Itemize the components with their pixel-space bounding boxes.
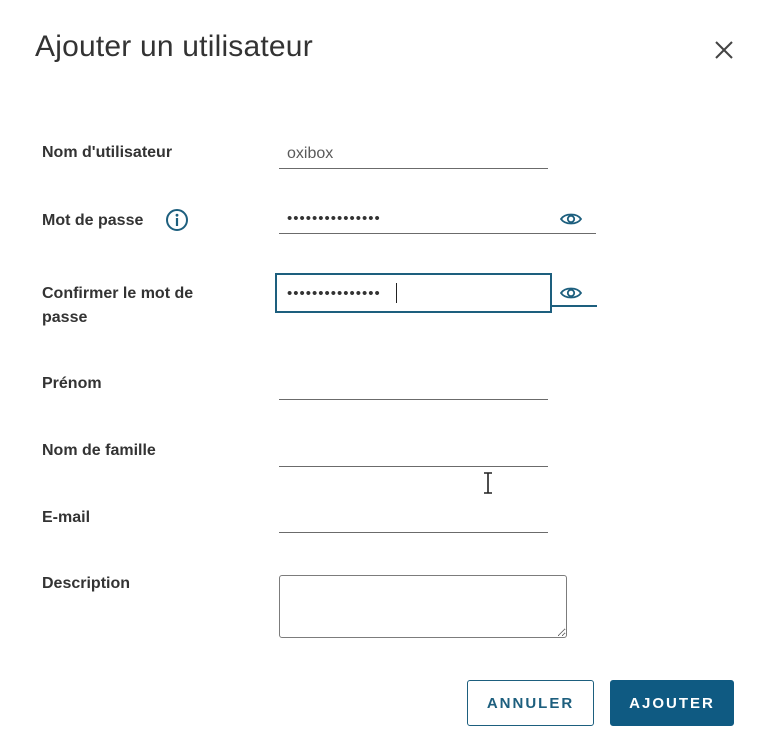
last-name-label: Nom de famille bbox=[42, 442, 156, 459]
description-label: Description bbox=[42, 575, 131, 592]
confirm-password-label: Confirmer le mot de passe bbox=[42, 282, 193, 330]
confirm-password-underline bbox=[552, 305, 597, 307]
password-label: Mot de passe bbox=[42, 212, 144, 229]
username-input[interactable] bbox=[279, 139, 548, 169]
dialog-title: Ajouter un utilisateur bbox=[35, 30, 313, 63]
first-name-input[interactable] bbox=[279, 370, 548, 400]
first-name-label: Prénom bbox=[42, 375, 102, 392]
confirm-password-label-line2: passe bbox=[42, 309, 88, 326]
password-eye-icon[interactable] bbox=[559, 212, 583, 226]
description-textarea[interactable] bbox=[279, 575, 567, 638]
confirm-password-input[interactable] bbox=[275, 273, 552, 313]
password-input[interactable] bbox=[279, 204, 596, 234]
close-icon bbox=[710, 36, 738, 64]
last-name-input[interactable] bbox=[279, 437, 548, 467]
info-icon[interactable] bbox=[165, 208, 189, 232]
email-input[interactable] bbox=[279, 503, 548, 533]
confirm-password-label-line1: Confirmer le mot de bbox=[42, 285, 194, 302]
text-caret bbox=[396, 283, 397, 303]
cancel-button[interactable]: ANNULER bbox=[467, 680, 594, 726]
text-cursor-icon bbox=[482, 471, 494, 495]
close-button[interactable] bbox=[710, 36, 738, 64]
add-button[interactable]: AJOUTER bbox=[610, 680, 734, 726]
confirm-password-eye-icon[interactable] bbox=[559, 286, 583, 300]
username-label: Nom d'utilisateur bbox=[42, 144, 173, 161]
add-user-dialog: Ajouter un utilisateur Nom d'utilisateur… bbox=[0, 0, 764, 756]
email-label: E-mail bbox=[42, 509, 91, 526]
